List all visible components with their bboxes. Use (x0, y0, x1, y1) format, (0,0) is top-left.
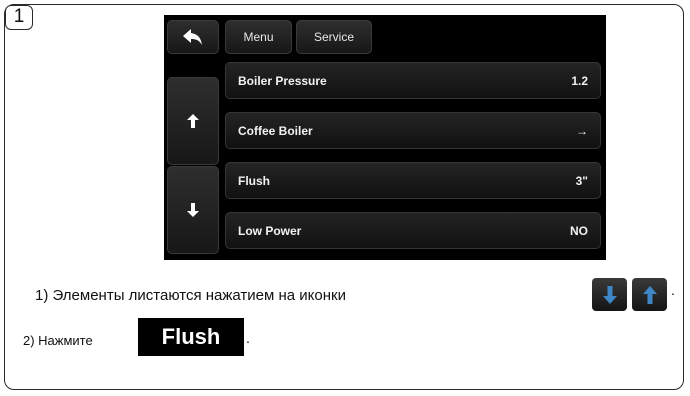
step-number-badge: 1 (5, 5, 33, 30)
row-value: 1.2 (571, 74, 588, 88)
row-label: Coffee Boiler (238, 124, 313, 138)
row-value: NO (570, 224, 588, 238)
back-arrow-icon (183, 29, 202, 45)
period-mark: . (671, 282, 675, 298)
row-label: Low Power (238, 224, 302, 238)
row-value: 3" (575, 174, 588, 188)
menu-row-coffee-boiler[interactable]: Coffee Boiler → (225, 112, 601, 149)
row-label: Flush (238, 174, 270, 188)
arrow-up-icon (642, 285, 657, 304)
tab-menu[interactable]: Menu (225, 20, 292, 54)
menu-row-boiler-pressure[interactable]: Boiler Pressure 1.2 (225, 62, 601, 99)
instruction-line-1: 1) Элементы листаются нажатием на иконки (35, 287, 346, 304)
period-mark: . (246, 330, 250, 346)
arrow-up-icon (187, 114, 199, 128)
row-label: Boiler Pressure (238, 74, 327, 88)
machine-screen: Menu Service Boiler Pressure 1.2 Coffee … (164, 15, 606, 260)
arrow-down-icon (187, 203, 199, 217)
scroll-up-button[interactable] (167, 77, 219, 165)
scroll-down-button[interactable] (167, 166, 219, 254)
flush-button-sample: Flush (138, 318, 244, 356)
row-value: → (576, 124, 588, 138)
arrow-down-icon (602, 285, 617, 304)
tab-service[interactable]: Service (296, 20, 372, 54)
up-arrow-icon-sample (632, 278, 667, 311)
down-arrow-icon-sample (592, 278, 627, 311)
menu-row-flush[interactable]: Flush 3" (225, 162, 601, 199)
menu-row-low-power[interactable]: Low Power NO (225, 212, 601, 249)
back-button[interactable] (167, 20, 219, 54)
instruction-line-2: 2) Нажмите (23, 333, 93, 348)
